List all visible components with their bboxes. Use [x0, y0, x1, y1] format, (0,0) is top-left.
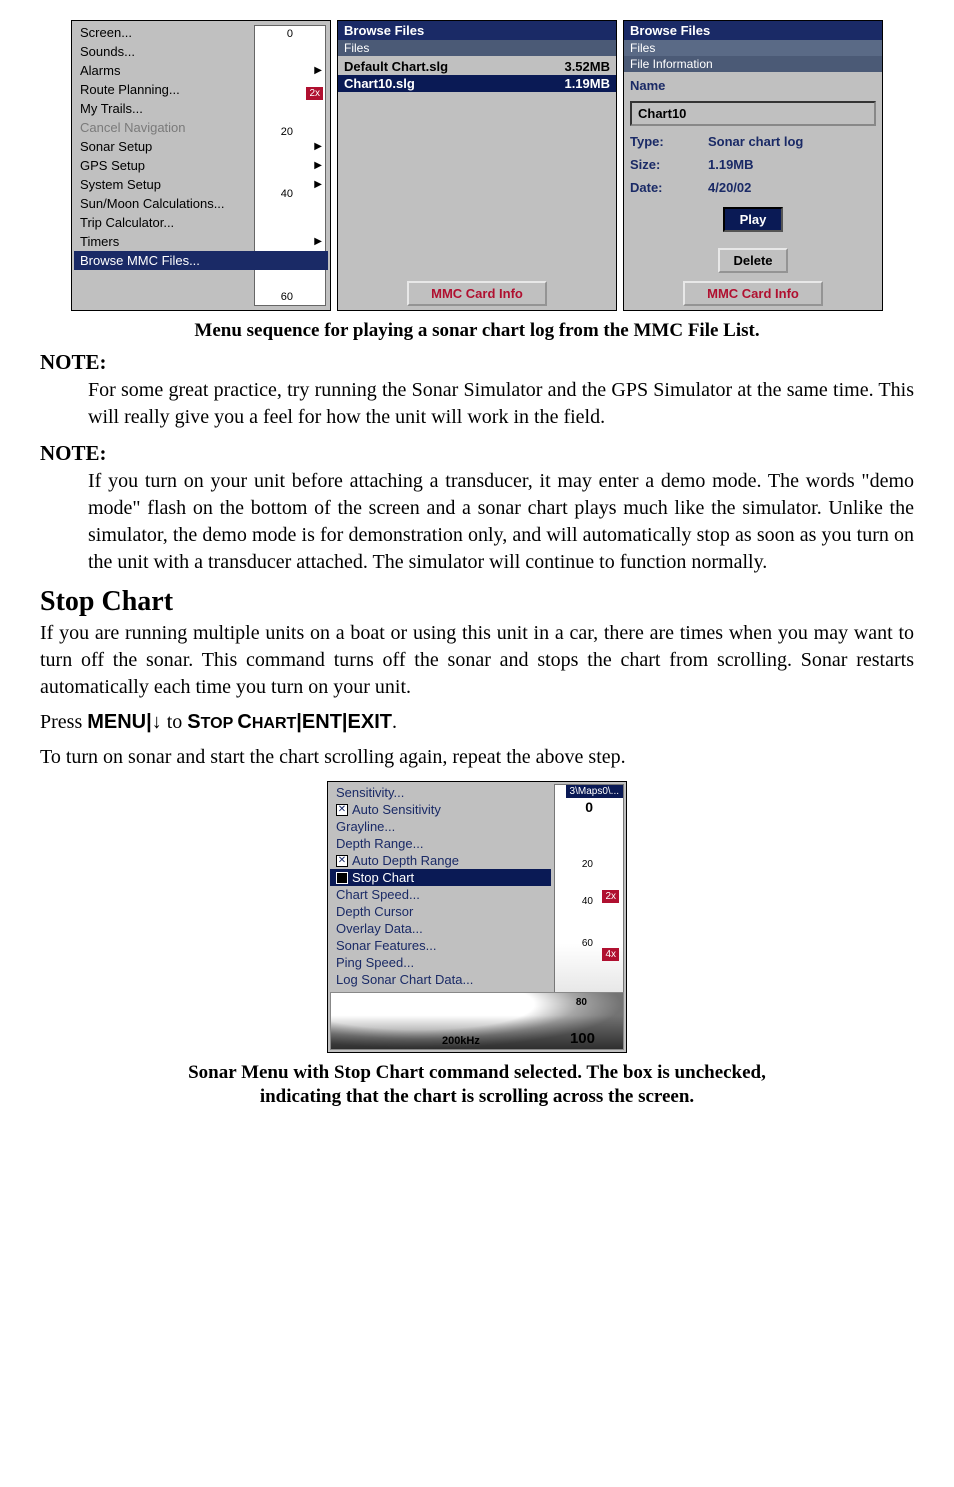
- menu-browse-mmc[interactable]: Browse MMC Files...: [74, 251, 328, 270]
- sonar-stop-chart[interactable]: Stop Chart: [330, 869, 551, 886]
- info-row-date: Date: 4/20/02: [630, 180, 876, 195]
- file-row-chart10[interactable]: Chart10.slg 1.19MB: [338, 75, 616, 92]
- files-header: Files: [338, 40, 616, 56]
- sonar-sensitivity[interactable]: Sensitivity...: [330, 784, 551, 801]
- menu-trip-calculator[interactable]: Trip Calculator...: [74, 213, 328, 232]
- menu-screen[interactable]: Screen...: [74, 23, 328, 42]
- command-line: Press MENU|↓ to STOP CHART|ENT|EXIT.: [40, 711, 914, 734]
- maps-tab[interactable]: 3\Maps0\...: [566, 785, 623, 798]
- play-button[interactable]: Play: [723, 207, 783, 232]
- sonar-overlay-data[interactable]: Overlay Data...: [330, 920, 551, 937]
- file-info-body: Name Chart10 Type: Sonar chart log Size:…: [624, 72, 882, 283]
- chevron-right-icon: ▶: [314, 65, 322, 76]
- files-header: Files: [624, 40, 882, 56]
- file-info-panel: Browse Files Files File Information Name…: [623, 20, 883, 311]
- section-title: Stop Chart: [40, 586, 914, 618]
- note-heading-2: NOTE:: [40, 441, 914, 466]
- browse-files-panel: Browse Files Files Default Chart.slg 3.5…: [337, 20, 617, 311]
- sonar-menu-panel: 3\Maps0\... 0 20 40 60 2x 4x Sensitivity…: [327, 781, 627, 1053]
- sonar-depth-range[interactable]: Depth Range...: [330, 835, 551, 852]
- name-label: Name: [630, 78, 876, 93]
- tick-60: 60: [582, 938, 593, 949]
- body-1: If you are running multiple units on a b…: [40, 620, 914, 701]
- chevron-right-icon: ▶: [314, 236, 322, 247]
- freq-label: 200kHz: [442, 1035, 480, 1047]
- tick-0: 0: [585, 799, 593, 815]
- delete-button[interactable]: Delete: [718, 248, 788, 273]
- chevron-right-icon: ▶: [314, 179, 322, 190]
- menu-alarms[interactable]: Alarms▶: [74, 61, 328, 80]
- sonar-chart-bottom: 80 100 200kHz: [330, 992, 624, 1050]
- scale-2x: 2x: [602, 890, 619, 903]
- menu-my-trails[interactable]: My Trails...: [74, 99, 328, 118]
- system-menu-panel: 0 20 40 60 2x Screen... Sounds... Alarms…: [71, 20, 331, 311]
- sonar-menu-screenshot: 3\Maps0\... 0 20 40 60 2x 4x Sensitivity…: [40, 781, 914, 1053]
- menu-sonar-setup[interactable]: Sonar Setup▶: [74, 137, 328, 156]
- menu-gps-setup[interactable]: GPS Setup▶: [74, 156, 328, 175]
- sonar-auto-depth-range[interactable]: ✕Auto Depth Range: [330, 852, 551, 869]
- note-text-1: For some great practice, try running the…: [88, 377, 914, 431]
- tick-20: 20: [582, 859, 593, 870]
- checkbox-checked-icon: ✕: [336, 804, 348, 816]
- cmd-stop-chart: STOP CHART: [187, 711, 296, 733]
- note-text-2: If you turn on your unit before attachin…: [88, 468, 914, 576]
- menu-cancel-navigation: Cancel Navigation: [74, 118, 328, 137]
- sonar-depth-cursor[interactable]: Depth Cursor: [330, 903, 551, 920]
- chevron-right-icon: ▶: [314, 160, 322, 171]
- menu-sun-moon[interactable]: Sun/Moon Calculations...: [74, 194, 328, 213]
- body-2: To turn on sonar and start the chart scr…: [40, 744, 914, 771]
- sonar-ping-speed[interactable]: Ping Speed...: [330, 954, 551, 971]
- checkbox-unchecked-icon: [336, 872, 348, 884]
- sonar-list: Sensitivity... ✕Auto Sensitivity Graylin…: [328, 782, 553, 990]
- sonar-features[interactable]: Sonar Features...: [330, 937, 551, 954]
- tick-80: 80: [576, 997, 587, 1008]
- caption-1: Menu sequence for playing a sonar chart …: [40, 319, 914, 344]
- note-heading-1: NOTE:: [40, 350, 914, 375]
- sonar-chart-speed[interactable]: Chart Speed...: [330, 886, 551, 903]
- key-menu: MENU: [87, 711, 146, 733]
- sonar-auto-sensitivity[interactable]: ✕Auto Sensitivity: [330, 801, 551, 818]
- file-list: Default Chart.slg 3.52MB Chart10.slg 1.1…: [338, 56, 616, 277]
- scale-4x: 4x: [602, 948, 619, 961]
- menu-system-setup[interactable]: System Setup▶: [74, 175, 328, 194]
- menu-route-planning[interactable]: Route Planning...: [74, 80, 328, 99]
- sonar-grayline[interactable]: Grayline...: [330, 818, 551, 835]
- name-value: Chart10: [630, 101, 876, 126]
- file-info-header: File Information: [624, 56, 882, 72]
- tick-60: 60: [281, 291, 293, 303]
- chevron-right-icon: ▶: [314, 141, 322, 152]
- tick-100: 100: [570, 1030, 595, 1047]
- mmc-card-info-button[interactable]: MMC Card Info: [683, 281, 823, 306]
- checkbox-checked-icon: ✕: [336, 855, 348, 867]
- key-ent: ENT: [302, 711, 342, 733]
- caption-2a: Sonar Menu with Stop Chart command selec…: [40, 1061, 914, 1086]
- menu-timers[interactable]: Timers▶: [74, 232, 328, 251]
- info-row-size: Size: 1.19MB: [630, 157, 876, 172]
- panel-title: Browse Files: [624, 21, 882, 40]
- info-row-type: Type: Sonar chart log: [630, 134, 876, 149]
- menu-sounds[interactable]: Sounds...: [74, 42, 328, 61]
- key-exit: EXIT: [348, 711, 392, 733]
- caption-2b: indicating that the chart is scrolling a…: [40, 1085, 914, 1110]
- tick-40: 40: [582, 896, 593, 907]
- file-row-default[interactable]: Default Chart.slg 3.52MB: [338, 58, 616, 75]
- mmc-screenshots: 0 20 40 60 2x Screen... Sounds... Alarms…: [40, 20, 914, 311]
- mmc-card-info-button[interactable]: MMC Card Info: [407, 281, 547, 306]
- sonar-log-chart-data[interactable]: Log Sonar Chart Data...: [330, 971, 551, 988]
- down-arrow-icon: ↓: [152, 711, 162, 733]
- panel-title: Browse Files: [338, 21, 616, 40]
